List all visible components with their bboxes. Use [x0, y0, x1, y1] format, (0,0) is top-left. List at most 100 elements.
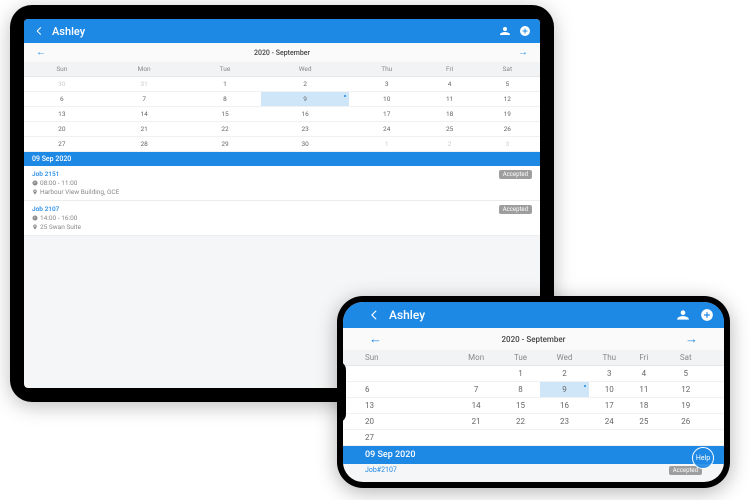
calendar-cell[interactable]: 6 [24, 92, 100, 107]
calendar-cell[interactable]: 3 [349, 77, 425, 92]
job-card[interactable]: Job 215108:00 - 11:00Harbour View Buildi… [24, 166, 540, 201]
calendar-cell[interactable]: 13 [343, 398, 452, 414]
calendar-cell[interactable]: 1 [349, 137, 425, 152]
job-time: 08:00 - 11:00 [32, 179, 495, 187]
calendar-cell[interactable]: 7 [100, 92, 189, 107]
calendar-cell[interactable] [658, 430, 724, 446]
calendar-cell[interactable]: 8 [501, 382, 541, 398]
calendar-cell[interactable]: 2 [261, 77, 349, 92]
calendar-day-header: Thu [589, 350, 631, 366]
calendar-cell[interactable]: 3 [589, 366, 631, 382]
page-title: Ashley [52, 25, 85, 38]
calendar-cell[interactable]: 15 [189, 107, 262, 122]
calendar-cell[interactable]: 19 [658, 398, 724, 414]
calendar-cell[interactable]: 27 [343, 430, 452, 446]
calendar-month-label: 2020 - September [50, 49, 514, 57]
calendar-cell[interactable]: 24 [349, 122, 425, 137]
calendar-cell[interactable] [630, 430, 658, 446]
calendar-cell[interactable]: 23 [261, 122, 349, 137]
calendar-cell[interactable]: 23 [540, 414, 588, 430]
help-button[interactable]: Help [692, 447, 714, 469]
calendar-cell[interactable]: 4 [630, 366, 658, 382]
calendar-cell[interactable]: 14 [452, 398, 501, 414]
calendar-cell[interactable]: 22 [189, 122, 262, 137]
calendar-nav: ← 2020 - September → [24, 43, 540, 62]
job-peek[interactable]: Job#2107 Accepted [343, 464, 724, 477]
add-icon[interactable] [518, 24, 532, 38]
status-badge: Accepted [499, 205, 532, 214]
next-month-icon[interactable]: → [514, 47, 532, 58]
calendar-cell[interactable]: 25 [630, 414, 658, 430]
calendar-cell[interactable]: 18 [630, 398, 658, 414]
job-title: Job#2107 [365, 466, 397, 475]
prev-month-icon[interactable]: ← [365, 331, 386, 347]
calendar-day-header: Tue [189, 62, 262, 77]
calendar-cell[interactable]: 24 [589, 414, 631, 430]
calendar-cell[interactable]: 16 [261, 107, 349, 122]
calendar-cell[interactable]: 21 [100, 122, 189, 137]
calendar-cell[interactable]: 15 [501, 398, 541, 414]
calendar-cell[interactable]: 28 [100, 137, 189, 152]
calendar-cell[interactable] [501, 430, 541, 446]
calendar-cell[interactable]: 11 [630, 382, 658, 398]
calendar-cell[interactable]: 16 [540, 398, 588, 414]
calendar-cell[interactable]: 13 [24, 107, 100, 122]
calendar-cell[interactable]: 18 [425, 107, 475, 122]
calendar-cell[interactable]: 11 [425, 92, 475, 107]
job-card[interactable]: Job 210714:00 - 16:0025 Swan SuiteAccept… [24, 201, 540, 236]
calendar-cell[interactable]: 7 [452, 382, 501, 398]
selected-date-band: 09 Sep 2020 [343, 446, 724, 464]
calendar-cell[interactable]: 25 [425, 122, 475, 137]
calendar-cell[interactable]: 5 [475, 77, 540, 92]
calendar-cell[interactable]: 21 [452, 414, 501, 430]
calendar-cell[interactable]: 20 [24, 122, 100, 137]
calendar-cell[interactable]: 1 [501, 366, 541, 382]
calendar-cell[interactable]: 26 [475, 122, 540, 137]
calendar-cell[interactable]: 9 [261, 92, 349, 107]
calendar-cell[interactable]: 20 [343, 414, 452, 430]
calendar-cell[interactable] [540, 430, 588, 446]
calendar-cell[interactable]: 5 [658, 366, 724, 382]
calendar-cell[interactable]: 1 [189, 77, 262, 92]
profile-icon[interactable] [498, 24, 512, 38]
calendar-cell[interactable]: 2 [540, 366, 588, 382]
calendar-cell[interactable] [589, 430, 631, 446]
back-icon[interactable] [365, 306, 383, 324]
calendar-cell[interactable]: 17 [349, 107, 425, 122]
calendar-cell[interactable]: 29 [189, 137, 262, 152]
calendar-day-header: Tue [501, 350, 541, 366]
calendar-cell[interactable]: 9 [540, 382, 588, 398]
next-month-icon[interactable]: → [681, 331, 702, 347]
calendar-cell[interactable]: 6 [343, 382, 452, 398]
calendar-cell[interactable]: 4 [425, 77, 475, 92]
job-title: Job 2107 [32, 205, 495, 213]
calendar-cell[interactable]: 30 [261, 137, 349, 152]
phone-screen: Ashley ← 2020 - September → SunMonTueWed… [343, 302, 724, 482]
calendar-cell[interactable]: 26 [658, 414, 724, 430]
calendar-cell[interactable]: 22 [501, 414, 541, 430]
calendar-cell[interactable]: 10 [589, 382, 631, 398]
selected-date-band: 09 Sep 2020 [24, 152, 540, 166]
calendar-cell[interactable]: 10 [349, 92, 425, 107]
calendar-cell[interactable]: 12 [658, 382, 724, 398]
calendar-cell[interactable]: 8 [189, 92, 262, 107]
add-icon[interactable] [698, 306, 716, 324]
calendar-cell[interactable]: 12 [475, 92, 540, 107]
calendar-cell[interactable] [343, 366, 452, 382]
calendar-cell[interactable] [452, 366, 501, 382]
back-icon[interactable] [32, 24, 46, 38]
calendar-nav: ← 2020 - September → [343, 328, 724, 350]
calendar-cell[interactable]: 19 [475, 107, 540, 122]
calendar-cell[interactable]: 2 [425, 137, 475, 152]
calendar-cell[interactable]: 27 [24, 137, 100, 152]
calendar-cell[interactable]: 31 [100, 77, 189, 92]
calendar-cell[interactable]: 3 [475, 137, 540, 152]
calendar-cell[interactable] [452, 430, 501, 446]
profile-icon[interactable] [674, 306, 692, 324]
job-time: 14:00 - 16:00 [32, 214, 495, 222]
calendar-cell[interactable]: 17 [589, 398, 631, 414]
prev-month-icon[interactable]: ← [32, 47, 50, 58]
calendar-cell[interactable]: 14 [100, 107, 189, 122]
calendar-cell[interactable]: 30 [24, 77, 100, 92]
calendar-day-header: Wed [540, 350, 588, 366]
